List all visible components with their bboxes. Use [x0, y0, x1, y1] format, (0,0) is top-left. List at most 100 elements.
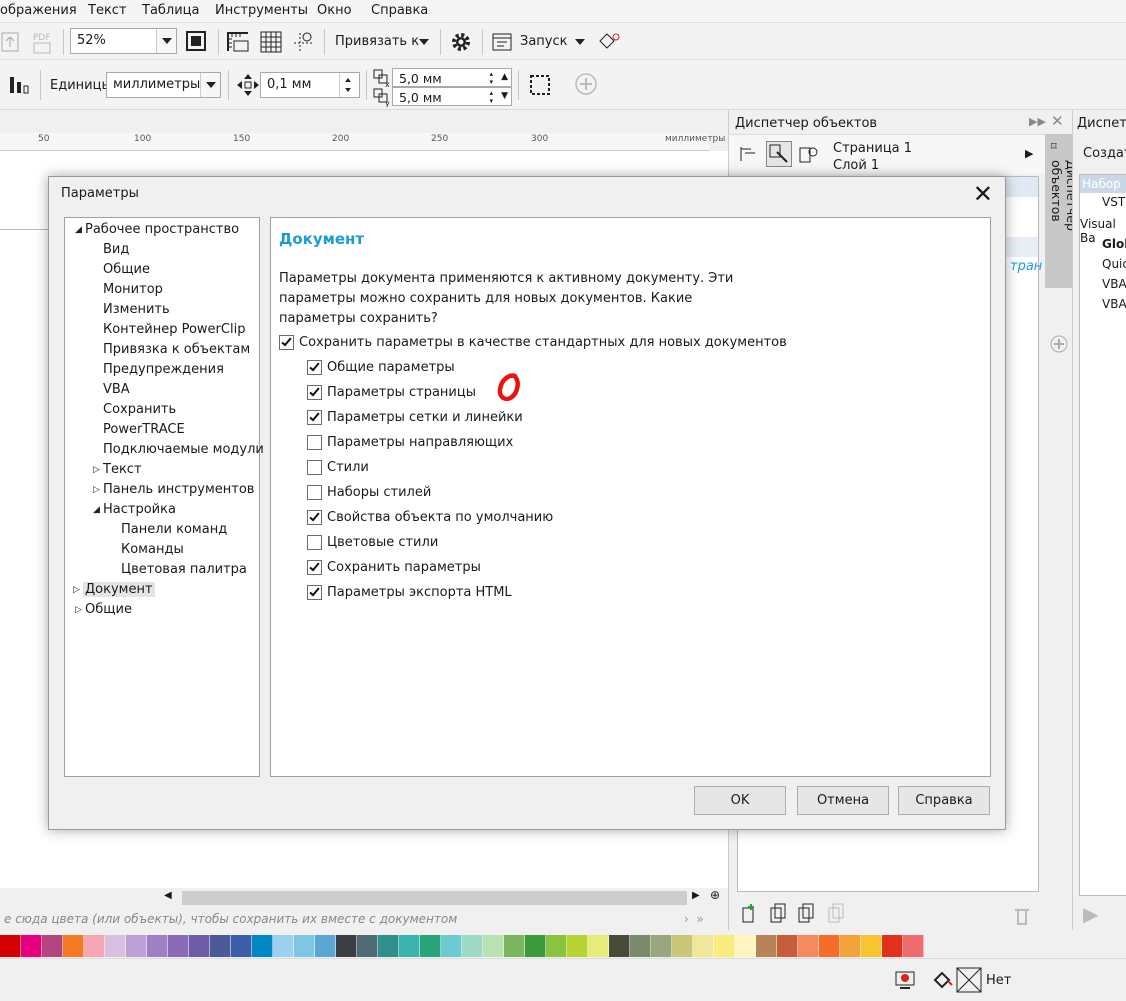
show-properties-icon[interactable] — [737, 143, 763, 169]
color-swatch[interactable] — [777, 935, 798, 957]
macro-item[interactable]: Glol — [1102, 237, 1126, 251]
export-pdf-icon[interactable]: PDF — [30, 29, 56, 55]
color-swatch[interactable] — [147, 935, 168, 957]
tree-item[interactable]: ◢ Рабочее пространство — [75, 222, 239, 237]
color-swatch[interactable] — [609, 935, 630, 957]
checkbox-box[interactable] — [279, 335, 294, 350]
document-palette-hint[interactable]: е сюда цвета (или объекты), чтобы сохран… — [0, 910, 728, 932]
color-swatch[interactable] — [357, 935, 378, 957]
color-swatch[interactable] — [861, 935, 882, 957]
macro-item[interactable]: VST — [1102, 195, 1125, 209]
menu-item-view[interactable]: ображения — [0, 3, 77, 18]
tree-item[interactable]: Вид — [103, 242, 129, 257]
zoom-icon[interactable]: ⊕ — [710, 888, 720, 902]
launch-label[interactable]: Запуск — [520, 34, 568, 49]
macro-item[interactable]: VBA — [1102, 277, 1126, 291]
tree-item[interactable]: Предупреждения — [103, 362, 224, 377]
color-swatch[interactable] — [630, 935, 651, 957]
launch-icon[interactable] — [490, 29, 516, 55]
color-swatch[interactable] — [168, 935, 189, 957]
color-swatch[interactable] — [882, 935, 903, 957]
color-swatch[interactable] — [840, 935, 861, 957]
color-swatch[interactable] — [420, 935, 441, 957]
checkbox-box[interactable] — [307, 435, 322, 450]
paint-bucket-icon[interactable] — [596, 29, 622, 55]
cancel-button[interactable]: Отмена — [797, 786, 889, 815]
horizontal-scrollbar[interactable]: ◀ ▶ ⊕ — [0, 888, 728, 908]
layer-actions-icon[interactable] — [739, 902, 1039, 928]
color-swatch[interactable] — [378, 935, 399, 957]
color-swatch[interactable] — [252, 935, 273, 957]
option-checkbox[interactable]: Наборы стилей — [307, 483, 707, 503]
palette-scroll-icon[interactable]: › » — [684, 912, 704, 926]
help-button[interactable]: Справка — [898, 786, 990, 815]
ok-button[interactable]: OK — [694, 786, 786, 815]
tree-item[interactable]: Общие — [103, 262, 150, 277]
checkbox-box[interactable] — [307, 460, 322, 475]
color-swatch[interactable] — [546, 935, 567, 957]
tree-item[interactable]: Монитор — [103, 282, 163, 297]
color-swatch[interactable] — [63, 935, 84, 957]
rulers-icon[interactable] — [226, 29, 252, 55]
checkbox-box[interactable] — [307, 360, 322, 375]
tree-item[interactable]: Команды — [121, 542, 184, 557]
scrollbar-thumb[interactable] — [182, 891, 687, 905]
color-swatch[interactable] — [483, 935, 504, 957]
checkbox-box[interactable] — [307, 485, 322, 500]
align-bottom-icon[interactable] — [8, 72, 34, 98]
save-as-default-checkbox[interactable]: Сохранить параметры в качестве стандартн… — [279, 333, 787, 353]
option-checkbox[interactable]: Свойства объекта по умолчанию — [307, 508, 707, 528]
checkbox-box[interactable] — [307, 560, 322, 575]
close-icon[interactable]: ✕ — [973, 180, 993, 208]
tree-item[interactable]: ▷ Текст — [93, 462, 142, 477]
scroll-right-icon[interactable]: ▶ — [692, 890, 700, 901]
tree-item[interactable]: Изменить — [103, 302, 170, 317]
menu-item-window[interactable]: Окно — [317, 3, 352, 18]
tree-item[interactable]: ▷ Панель инструментов — [93, 482, 254, 497]
docker-vertical-tab[interactable]: ⌑ Диспетчер объектов — [1045, 134, 1079, 288]
import-icon[interactable] — [0, 29, 26, 55]
treat-as-filled-icon[interactable] — [527, 72, 553, 98]
color-swatch[interactable] — [189, 935, 210, 957]
collapsed-arrow-icon[interactable]: ▷ — [93, 485, 100, 495]
docker-expand-icon[interactable]: ▶▶ — [1029, 115, 1046, 128]
menu-item-text[interactable]: Текст — [88, 3, 127, 18]
tree-item[interactable]: Привязка к объектам — [103, 342, 250, 357]
launch-dropdown-icon[interactable] — [575, 39, 585, 45]
color-swatch[interactable] — [105, 935, 126, 957]
no-fill-icon[interactable] — [956, 967, 982, 993]
snap-dropdown-icon[interactable] — [419, 39, 429, 45]
color-swatch[interactable] — [651, 935, 672, 957]
zoom-combo[interactable]: 52% — [70, 28, 177, 54]
tree-item[interactable]: PowerTRACE — [103, 422, 185, 437]
color-proof-icon[interactable] — [894, 969, 920, 995]
color-swatch[interactable] — [567, 935, 588, 957]
docker-menu-arrow-icon[interactable]: ▶ — [1025, 147, 1033, 160]
color-swatch[interactable] — [315, 935, 336, 957]
tree-item[interactable]: ▷ Общие — [75, 602, 132, 617]
color-swatch[interactable] — [798, 935, 819, 957]
options-tree[interactable]: ◢ Рабочее пространство Вид Общие Монитор Изме… — [64, 217, 264, 777]
color-swatch[interactable] — [42, 935, 63, 957]
edit-across-layers-icon[interactable] — [766, 141, 792, 167]
duplicate-y-input[interactable]: 5,0 мм ▴ ▾ ▼ — [392, 87, 512, 106]
duplicate-x-input[interactable]: 5,0 мм ▴ ▾ ▲ — [392, 68, 512, 87]
tree-item[interactable]: ◢ Настройка — [93, 502, 176, 517]
color-swatch[interactable] — [588, 935, 609, 957]
checkbox-box[interactable] — [307, 385, 322, 400]
grid-icon[interactable] — [258, 29, 284, 55]
checkbox-box[interactable] — [307, 410, 322, 425]
scroll-left-icon[interactable]: ◀ — [164, 890, 172, 901]
fullscreen-icon[interactable] — [184, 29, 210, 55]
checkbox-box[interactable] — [307, 535, 322, 550]
color-swatch[interactable] — [210, 935, 231, 957]
tree-item[interactable]: Контейнер PowerClip — [103, 322, 245, 337]
fill-bucket-icon[interactable] — [932, 969, 958, 995]
color-swatch[interactable] — [399, 935, 420, 957]
expanded-arrow-icon[interactable]: ◢ — [93, 505, 100, 515]
color-swatch[interactable] — [294, 935, 315, 957]
menu-item-help[interactable]: Справка — [371, 3, 428, 18]
color-swatch[interactable] — [462, 935, 483, 957]
tree-item[interactable]: Панели команд — [121, 522, 227, 537]
gear-icon[interactable] — [448, 29, 474, 55]
